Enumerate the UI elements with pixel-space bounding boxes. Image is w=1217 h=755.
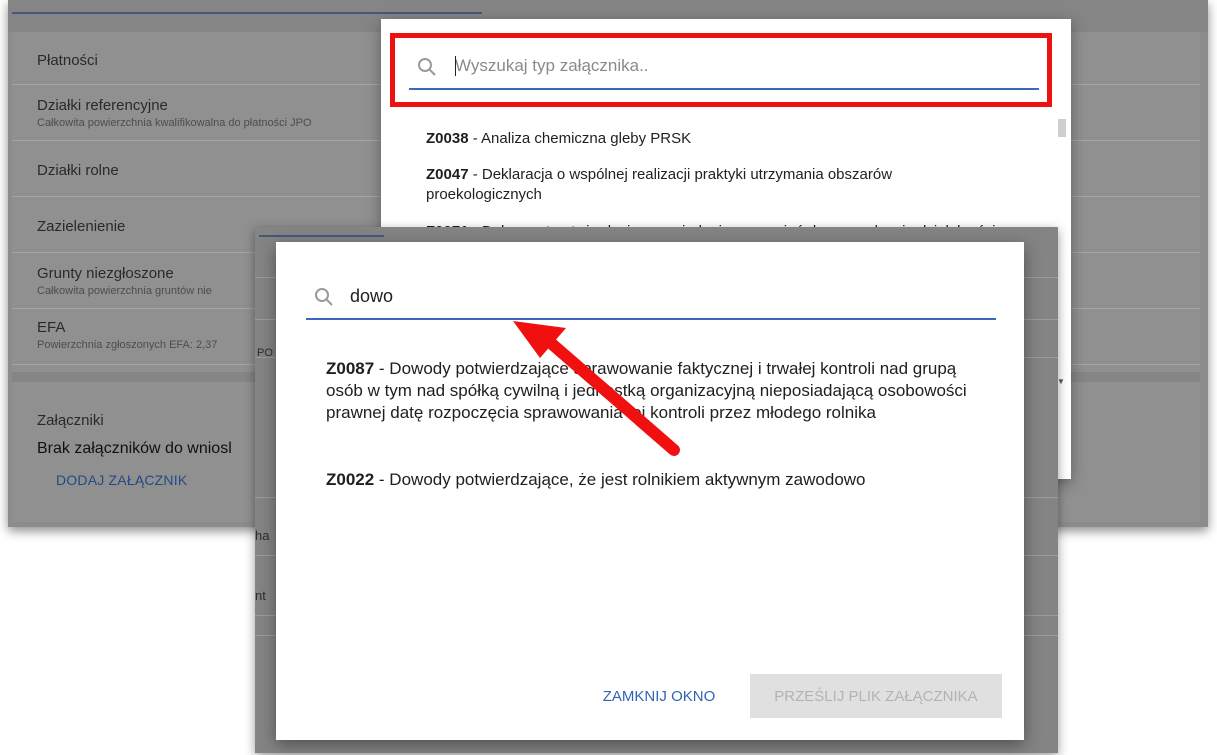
- attachment-code: Z0022: [326, 470, 375, 489]
- attachment-description: - Dowody potwierdzające, że jest rolniki…: [374, 470, 866, 489]
- section-title: Grunty niezgłoszone: [37, 265, 174, 282]
- highlight-frame: [390, 33, 1052, 107]
- upload-attachment-button[interactable]: PRZEŚLIJ PLIK ZAŁĄCZNIKA: [750, 674, 1002, 718]
- section-subtitle: Powierzchnia zgłoszonych EFA: 2,37: [37, 339, 218, 351]
- cut-text: ha: [255, 528, 270, 543]
- section-subtitle: Całkowita powierzchnia gruntów nie: [37, 285, 212, 297]
- no-attachments-text: Brak załączników do wniosl: [37, 440, 232, 457]
- section-subtitle: Całkowita powierzchnia kwalifikowalna do…: [37, 117, 312, 129]
- attachment-description: - Dowody potwierdzające sprawowanie fakt…: [326, 359, 967, 422]
- list-item[interactable]: Z0038 - Analiza chemiczna gleby PRSK: [426, 129, 996, 149]
- section-title: Działki referencyjne: [37, 97, 168, 114]
- section-title: Działki rolne: [37, 162, 119, 179]
- section-title: EFA: [37, 319, 66, 336]
- attachment-description: - Deklaracja o wspólnej realizacji prakt…: [426, 166, 893, 203]
- close-dialog-button[interactable]: ZAMKNIJ OKNO: [594, 678, 724, 714]
- scroll-down-icon[interactable]: ▼: [1057, 377, 1065, 386]
- list-item[interactable]: Z0087 - Dowody potwierdzające sprawowani…: [326, 358, 986, 424]
- search-field[interactable]: [306, 276, 996, 320]
- attachment-code: Z0038: [426, 130, 469, 147]
- search-input[interactable]: [350, 278, 950, 314]
- list-item[interactable]: Z0047 - Deklaracja o wspólnej realizacji…: [426, 165, 996, 205]
- attachment-code: Z0047: [426, 166, 469, 183]
- tab-indicator: [12, 12, 482, 14]
- attachment-type-dialog-front: Z0087 - Dowody potwierdzające sprawowani…: [276, 242, 1024, 740]
- cut-text: PO: [257, 347, 273, 359]
- tab-indicator: [259, 235, 384, 237]
- cut-text: nt: [255, 588, 266, 603]
- attachment-description: - Analiza chemiczna gleby PRSK: [468, 130, 692, 147]
- search-icon: [314, 287, 334, 312]
- add-attachment-button[interactable]: DODAJ ZAŁĄCZNIK: [56, 472, 187, 488]
- list-item[interactable]: Z0022 - Dowody potwierdzające, że jest r…: [326, 469, 986, 491]
- scrollbar[interactable]: ▼: [1057, 115, 1067, 475]
- attachment-code: Z0087: [326, 359, 375, 378]
- section-title: Płatności: [37, 52, 98, 69]
- scrollbar-thumb[interactable]: [1058, 119, 1066, 137]
- attachments-title: Załączniki: [37, 412, 104, 429]
- section-title: Zazielenienie: [37, 218, 126, 235]
